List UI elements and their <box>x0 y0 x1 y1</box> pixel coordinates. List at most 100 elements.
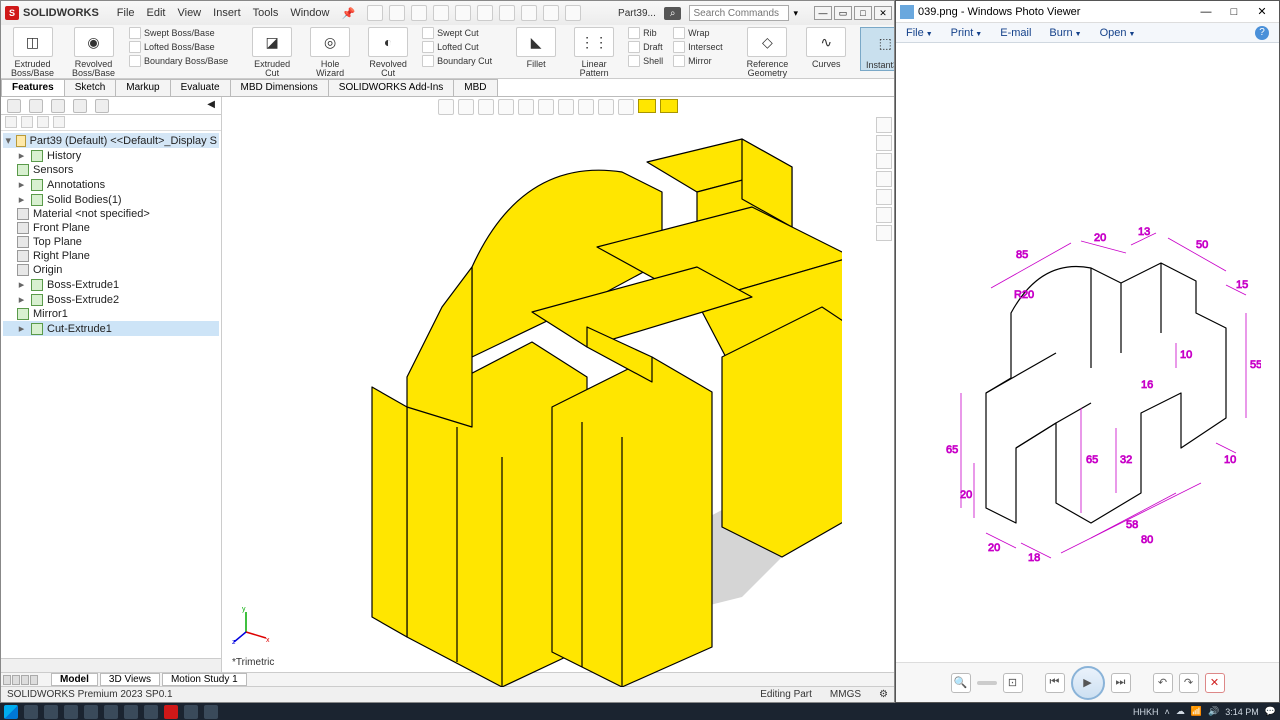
hud-color-swatch2[interactable] <box>660 99 678 113</box>
tab-sketch[interactable]: Sketch <box>64 79 117 96</box>
qa-select-icon[interactable] <box>521 5 537 21</box>
rib-fillet[interactable]: ◣Fillet <box>512 27 560 69</box>
rib-shell[interactable]: Shell <box>628 55 663 67</box>
taskbar-app1-icon[interactable] <box>124 705 138 719</box>
bottom-tab-3dviews[interactable]: 3D Views <box>100 673 160 686</box>
tree-material[interactable]: Material <not specified> <box>3 207 219 221</box>
hud-prev-view-icon[interactable] <box>478 99 494 115</box>
tree-solid-bodies[interactable]: ▸Solid Bodies(1) <box>3 192 219 207</box>
rib-wrap[interactable]: Wrap <box>673 27 723 39</box>
menu-view[interactable]: View <box>177 7 201 20</box>
tab-mbd-dims[interactable]: MBD Dimensions <box>230 79 329 96</box>
tree-boss-extrude2[interactable]: ▸Boss-Extrude2 <box>3 292 219 307</box>
rib-extruded-cut[interactable]: ◪Extruded Cut <box>248 27 296 78</box>
menu-edit[interactable]: Edit <box>147 7 166 20</box>
pv-zoom-slider[interactable] <box>977 681 997 685</box>
bottom-tab-motion[interactable]: Motion Study 1 <box>162 673 247 686</box>
taskpane-explorer-icon[interactable] <box>876 171 892 187</box>
rib-rib[interactable]: Rib <box>628 27 663 39</box>
tree-cut-extrude1[interactable]: ▸Cut-Extrude1 <box>3 321 219 336</box>
taskbar-app3-icon[interactable] <box>204 705 218 719</box>
close-button[interactable]: ✕ <box>874 6 892 20</box>
search-dropdown-icon[interactable]: ▾ <box>793 8 798 19</box>
tree-tab-config-icon[interactable] <box>51 99 65 113</box>
minimize-button[interactable]: — <box>814 6 832 20</box>
taskpane-appearances-icon[interactable] <box>876 207 892 223</box>
rib-lofted-boss[interactable]: Lofted Boss/Base <box>129 41 228 53</box>
view-triad[interactable]: y x z <box>232 606 272 648</box>
pv-menu-print[interactable]: Print▼ <box>951 27 983 39</box>
tray-network-icon[interactable]: 📶 <box>1191 706 1202 717</box>
tree-tab-property-icon[interactable] <box>29 99 43 113</box>
tree-arrow-icon[interactable] <box>21 116 33 128</box>
pv-maximize-button[interactable]: □ <box>1221 3 1247 21</box>
tree-filter-icon[interactable] <box>5 116 17 128</box>
rib-hole-wizard[interactable]: ◎Hole Wizard <box>306 27 354 78</box>
pv-prev-button[interactable]: ⏮ <box>1045 673 1065 693</box>
pv-next-button[interactable]: ⏭ <box>1111 673 1131 693</box>
qa-options-icon[interactable] <box>565 5 581 21</box>
taskbar-search-icon[interactable] <box>24 705 38 719</box>
rib-instant3d[interactable]: ⬚Instant3D <box>860 27 894 71</box>
search-mode-icon[interactable]: ⌕ <box>664 7 682 20</box>
taskpane-view-palette-icon[interactable] <box>876 189 892 205</box>
pv-menu-file[interactable]: File▼ <box>906 27 933 39</box>
bottom-tab-model[interactable]: Model <box>51 673 98 686</box>
hud-display-style-icon[interactable] <box>538 99 554 115</box>
pv-zoom-icon[interactable]: 🔍 <box>951 673 971 693</box>
tree-origin[interactable]: Origin <box>3 263 219 277</box>
rib-extruded-boss[interactable]: ◫Extruded Boss/Base <box>7 27 58 78</box>
rib-lofted-cut[interactable]: Lofted Cut <box>422 41 492 53</box>
rib-boundary-boss[interactable]: Boundary Boss/Base <box>129 55 228 67</box>
tab-nav-next-icon[interactable] <box>21 675 29 685</box>
tree-front-plane[interactable]: Front Plane <box>3 221 219 235</box>
tree-scrollbar[interactable] <box>1 658 221 672</box>
tree-right-plane[interactable]: Right Plane <box>3 249 219 263</box>
hud-section-icon[interactable] <box>498 99 514 115</box>
tree-root[interactable]: ▾Part39 (Default) <<Default>_Display S <box>3 133 219 148</box>
doc-tab-label[interactable]: Part39... <box>618 8 656 19</box>
taskbar-photoviewer-icon[interactable] <box>184 705 198 719</box>
rib-swept-boss[interactable]: Swept Boss/Base <box>129 27 228 39</box>
qa-redo-icon[interactable] <box>499 5 515 21</box>
tray-cloud-icon[interactable]: ☁ <box>1176 706 1185 717</box>
tree-boss-extrude1[interactable]: ▸Boss-Extrude1 <box>3 277 219 292</box>
tree-sensors[interactable]: Sensors <box>3 163 219 177</box>
tree-top-plane[interactable]: Top Plane <box>3 235 219 249</box>
pv-rotate-cw-icon[interactable]: ↷ <box>1179 673 1199 693</box>
hud-appearance-icon[interactable] <box>578 99 594 115</box>
hud-view-settings-icon[interactable] <box>618 99 634 115</box>
taskbar-explorer-icon[interactable] <box>104 705 118 719</box>
hud-color-swatch[interactable] <box>638 99 656 113</box>
tree-collapse-icon[interactable]: ◀ <box>207 99 215 112</box>
rib-mirror[interactable]: Mirror <box>673 55 723 67</box>
rib-curves[interactable]: ∿Curves <box>802 27 850 69</box>
rib-revolved-boss[interactable]: ◉Revolved Boss/Base <box>68 27 119 78</box>
qa-undo-icon[interactable] <box>477 5 493 21</box>
qa-save-icon[interactable] <box>433 5 449 21</box>
qa-open-icon[interactable] <box>411 5 427 21</box>
tab-nav-prev-icon[interactable] <box>12 675 20 685</box>
pv-close-button[interactable]: ✕ <box>1249 3 1275 21</box>
maximize-button[interactable]: □ <box>854 6 872 20</box>
start-button[interactable] <box>4 705 18 719</box>
rib-boundary-cut[interactable]: Boundary Cut <box>422 55 492 67</box>
tab-nav-first-icon[interactable] <box>3 675 11 685</box>
tab-evaluate[interactable]: Evaluate <box>170 79 231 96</box>
tab-mbd[interactable]: MBD <box>453 79 497 96</box>
tray-lang[interactable]: HHKH <box>1133 707 1159 717</box>
menu-file[interactable]: File <box>117 7 135 20</box>
taskbar-chrome-icon[interactable] <box>64 705 78 719</box>
feature-tree[interactable]: ▾Part39 (Default) <<Default>_Display S ▸… <box>1 131 221 658</box>
rib-revolved-cut[interactable]: ◐Revolved Cut <box>364 27 412 78</box>
rib-intersect[interactable]: Intersect <box>673 41 723 53</box>
pv-menu-burn[interactable]: Burn▼ <box>1049 27 1081 39</box>
taskpane-design-lib-icon[interactable] <box>876 153 892 169</box>
tree-annotations[interactable]: ▸Annotations <box>3 177 219 192</box>
taskpane-home-icon[interactable] <box>876 117 892 133</box>
menu-tools[interactable]: Tools <box>253 7 279 20</box>
pv-slideshow-button[interactable]: ▶ <box>1071 666 1105 700</box>
tree-tab-feature-icon[interactable] <box>7 99 21 113</box>
taskbar-edge-icon[interactable] <box>84 705 98 719</box>
tray-notifications-icon[interactable]: 💬 <box>1265 706 1276 717</box>
